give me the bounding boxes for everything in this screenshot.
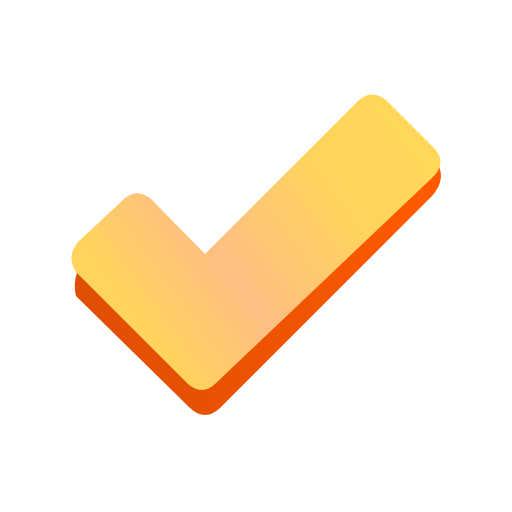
icon-canvas [0, 0, 512, 512]
checkmark-icon [71, 94, 441, 415]
